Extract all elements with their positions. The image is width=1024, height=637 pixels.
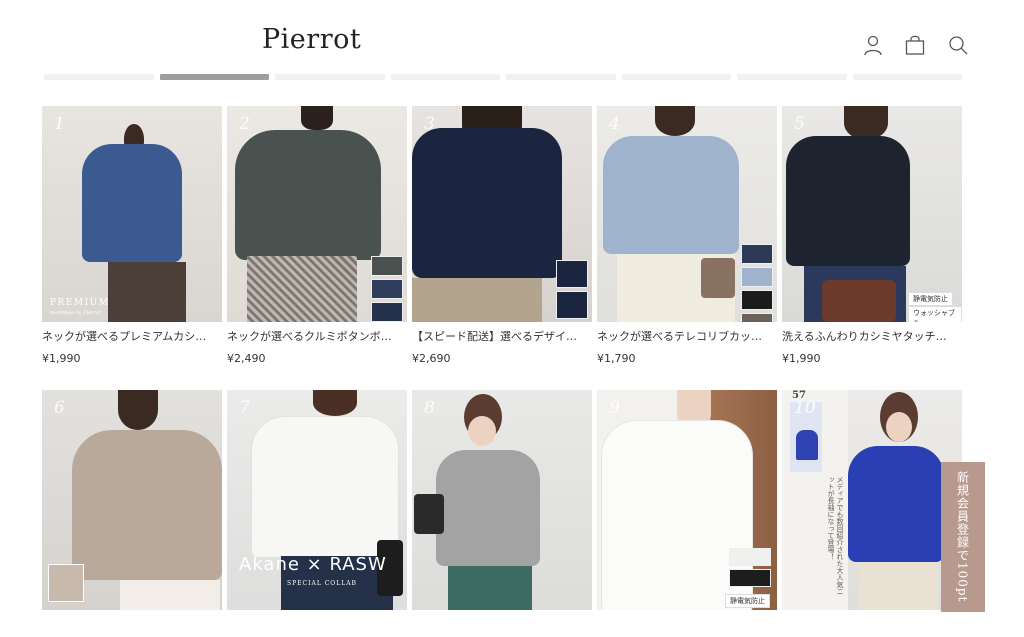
rank-number: 8 (424, 398, 435, 418)
site-header: Pierrot (0, 0, 1024, 70)
product-name[interactable]: ネックが選べるクルミボタンボ… (227, 328, 403, 344)
product-price: ¥2,490 (227, 352, 266, 365)
color-swatches (741, 244, 773, 322)
product-image[interactable]: 静電気防止 9 (597, 390, 777, 610)
product-image[interactable]: 57 メディアでも数回紹介された大人気ニットが長袖になって登場！ 10 (782, 390, 962, 610)
product-image[interactable]: 3 (412, 106, 592, 322)
color-swatches (556, 260, 588, 319)
product-price: ¥1,990 (42, 352, 81, 365)
color-swatches (371, 256, 403, 322)
product-price: ¥1,990 (782, 352, 821, 365)
rank-number: 2 (239, 114, 250, 134)
product-card[interactable]: 3 【スピード配送】選べるデザイ… ¥2,690 (412, 106, 592, 365)
product-card[interactable]: 6 (42, 390, 222, 610)
product-card[interactable]: 4 ネックが選べるテレコリブカッ… ¥1,790 (597, 106, 777, 365)
feature-badge: 静電気防止 (908, 292, 953, 306)
product-card[interactable]: 2 ネックが選べるクルミボタンボ… ¥2,490 (227, 106, 407, 365)
rank-number: 1 (54, 114, 65, 134)
rank-number: 7 (239, 398, 250, 418)
product-image[interactable]: 静電気防止 ウォッシャブル 5 (782, 106, 962, 322)
promo-copy: メディアでも数回紹介された大人気ニットが長袖になって登場！ (827, 476, 844, 595)
feature-badge: ウォッシャブル (908, 306, 962, 322)
rank-number: 4 (609, 114, 620, 134)
user-icon[interactable] (862, 34, 884, 56)
rank-number: 9 (609, 398, 620, 418)
tab-4[interactable] (390, 74, 500, 80)
product-image[interactable]: 1 PREMIUM merinbee by Pierrot (42, 106, 222, 322)
product-image[interactable]: 2 (227, 106, 407, 322)
ranking-row-1: 1 PREMIUM merinbee by Pierrot ネックが選べるプレミ… (42, 106, 962, 365)
tab-5[interactable] (506, 74, 616, 80)
product-price: ¥1,790 (597, 352, 636, 365)
collab-subtitle: SPECIAL COLLAB (287, 580, 357, 587)
product-card[interactable]: 1 PREMIUM merinbee by Pierrot ネックが選べるプレミ… (42, 106, 222, 365)
bag-icon[interactable] (904, 34, 926, 56)
product-card[interactable]: Akane × RASW SPECIAL COLLAB 7 (227, 390, 407, 610)
category-tabs (44, 74, 962, 82)
product-card[interactable]: 57 メディアでも数回紹介された大人気ニットが長袖になって登場！ 10 (782, 390, 962, 610)
premium-label: PREMIUM (50, 298, 110, 308)
site-logo[interactable]: Pierrot (262, 24, 361, 55)
rank-number: 10 (794, 398, 816, 418)
product-name[interactable]: 洗えるふんわりカシミヤタッチ… (782, 328, 958, 344)
search-icon[interactable] (947, 34, 969, 56)
product-name[interactable]: ネックが選べるプレミアムカシ… (42, 328, 218, 344)
premium-sublabel: merinbee by Pierrot (50, 310, 101, 316)
collab-title: Akane × RASW (239, 554, 387, 575)
product-name[interactable]: ネックが選べるテレコリブカッ… (597, 328, 773, 344)
color-swatches (729, 548, 771, 587)
product-image[interactable]: 6 (42, 390, 222, 610)
product-image[interactable]: 4 (597, 106, 777, 322)
member-signup-text: 新規会員登録で100pt (955, 471, 970, 603)
feature-badge: 静電気防止 (725, 594, 770, 608)
product-price: ¥2,690 (412, 352, 451, 365)
tab-8[interactable] (852, 74, 962, 80)
tab-1[interactable] (44, 74, 154, 80)
product-card[interactable]: 8 (412, 390, 592, 610)
product-card[interactable]: 静電気防止 ウォッシャブル 5 洗えるふんわりカシミヤタッチ… ¥1,990 (782, 106, 962, 365)
tab-7[interactable] (737, 74, 847, 80)
tab-6[interactable] (621, 74, 731, 80)
rank-number: 5 (794, 114, 805, 134)
tab-2-active[interactable] (159, 74, 269, 80)
rank-number: 6 (54, 398, 65, 418)
ranking-row-2: 6 Akane × RASW SPECIAL COLLAB 7 8 静電気防止 … (42, 390, 962, 610)
product-card[interactable]: 静電気防止 9 (597, 390, 777, 610)
member-signup-banner[interactable]: 新規会員登録で100pt (941, 462, 985, 612)
tab-3[interactable] (275, 74, 385, 80)
rank-number: 3 (424, 114, 435, 134)
product-name[interactable]: 【スピード配送】選べるデザイ… (412, 328, 588, 344)
product-image[interactable]: Akane × RASW SPECIAL COLLAB 7 (227, 390, 407, 610)
product-image[interactable]: 8 (412, 390, 592, 610)
